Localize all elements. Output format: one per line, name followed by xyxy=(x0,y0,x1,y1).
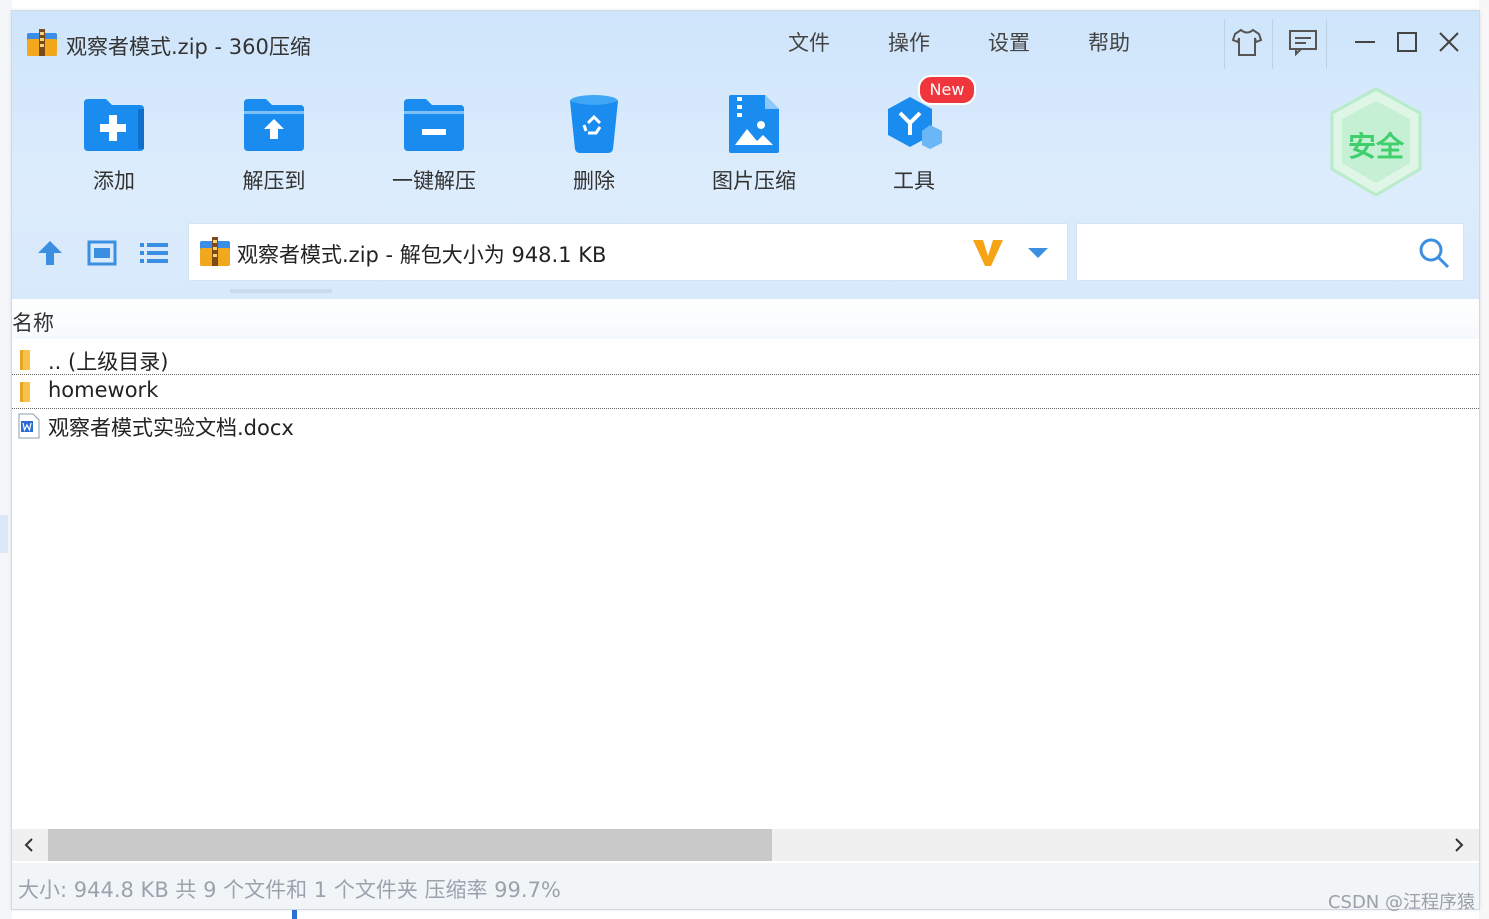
status-text: 大小: 944.8 KB 共 9 个文件和 1 个文件夹 压缩率 99.7% xyxy=(18,878,561,902)
close-icon xyxy=(1439,32,1459,52)
tools-label: 工具 xyxy=(893,169,935,193)
background-accent xyxy=(0,515,8,553)
add-folder-icon xyxy=(84,99,144,151)
word-document-icon xyxy=(18,413,40,439)
scroll-left-button[interactable] xyxy=(12,829,46,861)
folder-icon xyxy=(20,350,30,370)
menu-settings[interactable]: 设置 xyxy=(988,27,1030,57)
menu-file[interactable]: 文件 xyxy=(788,27,830,57)
tshirt-icon xyxy=(1231,28,1263,56)
maximize-button[interactable] xyxy=(1390,25,1424,59)
minimize-button[interactable] xyxy=(1348,25,1382,59)
minimize-icon xyxy=(1355,41,1375,43)
window-title: 观察者模式.zip - 360压缩 xyxy=(66,35,311,59)
image-compress-label: 图片压缩 xyxy=(712,169,796,193)
folder-icon xyxy=(20,382,30,402)
image-compress-icon xyxy=(729,95,779,153)
list-item-parent-dir[interactable]: .. (上级目录) xyxy=(12,343,1479,376)
window-view-icon xyxy=(87,240,117,266)
extract-to-button[interactable]: 解压到 xyxy=(219,89,329,195)
scrollbar-thumb[interactable] xyxy=(48,829,772,861)
title-bar[interactable]: 观察者模式.zip - 360压缩 文件 操作 设置 帮助 xyxy=(12,11,1479,71)
close-button[interactable] xyxy=(1432,25,1466,59)
chevron-right-icon xyxy=(1455,838,1464,852)
delete-button[interactable]: 删除 xyxy=(539,89,649,195)
menu-help[interactable]: 帮助 xyxy=(1088,27,1130,57)
thumbnail-view-button[interactable] xyxy=(84,235,120,271)
recycle-bin-icon xyxy=(570,95,618,153)
file-name: 观察者模式实验文档.docx xyxy=(48,416,294,440)
list-icon xyxy=(140,243,168,263)
extract-to-label: 解压到 xyxy=(242,169,306,193)
archive-app-icon xyxy=(27,29,57,56)
list-view-button[interactable] xyxy=(136,235,172,271)
path-bar[interactable]: 观察者模式.zip - 解包大小为 948.1 KB xyxy=(188,223,1068,281)
file-name: .. (上级目录) xyxy=(48,350,169,374)
scroll-right-button[interactable] xyxy=(1442,829,1476,861)
path-text: 观察者模式.zip - 解包大小为 948.1 KB xyxy=(237,243,607,267)
chevron-down-icon[interactable] xyxy=(1027,246,1049,260)
divider xyxy=(1326,19,1327,69)
menu-operation[interactable]: 操作 xyxy=(888,27,930,57)
add-button-label: 添加 xyxy=(93,169,135,193)
divider xyxy=(1272,19,1273,69)
skin-button[interactable] xyxy=(1230,25,1264,59)
divider xyxy=(1224,19,1225,69)
search-input[interactable] xyxy=(1085,234,1409,270)
message-icon xyxy=(1289,30,1317,56)
status-bar: 大小: 944.8 KB 共 9 个文件和 1 个文件夹 压缩率 99.7% xyxy=(12,863,1479,909)
watermark: CSDN @汪程序猿 xyxy=(1327,892,1475,913)
list-item-homework[interactable]: homework xyxy=(12,374,1479,409)
security-label: 安全 xyxy=(1347,130,1404,163)
maximize-icon xyxy=(1397,32,1417,52)
extract-to-folder-icon xyxy=(244,99,304,151)
file-name: homework xyxy=(48,378,159,402)
horizontal-scrollbar[interactable] xyxy=(12,829,1479,861)
background-edge-right xyxy=(1479,0,1489,919)
one-click-extract-icon xyxy=(404,99,464,151)
delete-label: 删除 xyxy=(573,169,615,193)
one-click-extract-label: 一键解压 xyxy=(392,169,476,193)
chevron-left-icon xyxy=(24,838,33,852)
column-header[interactable]: 名称 xyxy=(12,299,1479,339)
up-level-button[interactable] xyxy=(32,235,68,271)
one-click-extract-button[interactable]: 一键解压 xyxy=(379,89,489,195)
path-underline xyxy=(230,289,332,293)
feedback-button[interactable] xyxy=(1286,25,1320,59)
top-panel: 观察者模式.zip - 360压缩 文件 操作 设置 帮助 添加 解压到 一键解… xyxy=(12,11,1479,299)
add-button[interactable]: 添加 xyxy=(59,89,169,195)
list-item-docx[interactable]: 观察者模式实验文档.docx xyxy=(12,409,1479,442)
security-shield[interactable]: 安全 xyxy=(1326,87,1426,199)
search-icon[interactable] xyxy=(1417,236,1451,270)
arrow-up-icon xyxy=(38,241,62,265)
image-compress-button[interactable]: 图片压缩 xyxy=(699,89,809,195)
new-badge: New xyxy=(918,75,976,105)
column-name-header[interactable]: 名称 xyxy=(12,307,54,337)
search-box[interactable] xyxy=(1076,223,1464,281)
zip-file-icon xyxy=(200,237,230,266)
compressor-window: 观察者模式.zip - 360压缩 文件 操作 设置 帮助 添加 解压到 一键解… xyxy=(11,10,1480,910)
v-logo-icon[interactable] xyxy=(971,238,1005,268)
